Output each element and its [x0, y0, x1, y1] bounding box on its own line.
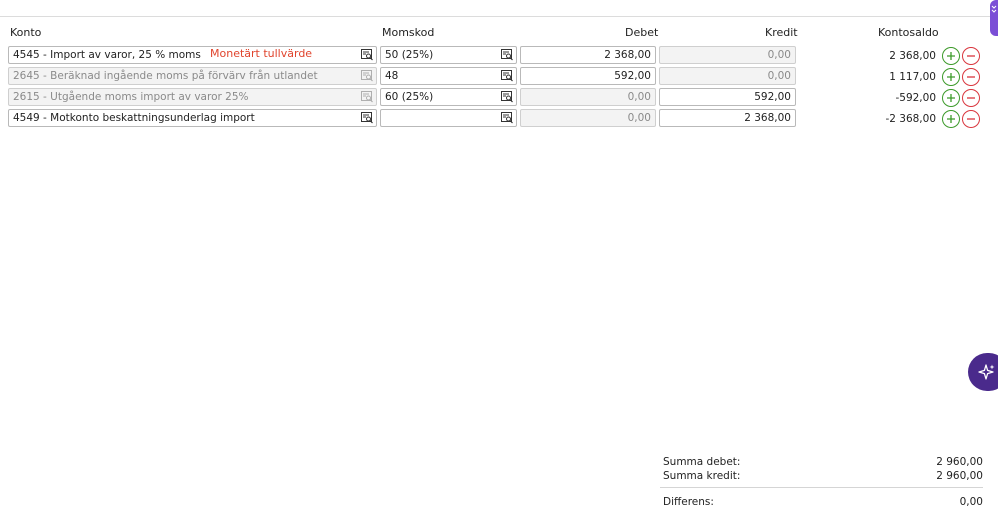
minus-icon [967, 55, 975, 57]
differens-label: Differens: [663, 496, 714, 508]
remove-row-button[interactable] [962, 89, 980, 107]
sparkle-icon [978, 364, 995, 380]
lookup-icon[interactable] [501, 70, 513, 82]
kredit-field[interactable]: 592,00 [659, 88, 796, 106]
debet-field[interactable]: 2 368,00 [520, 46, 656, 64]
add-row-button[interactable] [942, 47, 960, 65]
header-momskod: Momskod [382, 26, 435, 39]
lookup-icon[interactable] [501, 49, 513, 61]
header-kredit: Kredit [765, 26, 798, 39]
debet-field[interactable]: 592,00 [520, 67, 656, 85]
konto-value: 2615 - Utgående moms import av varor 25% [13, 91, 249, 103]
assistant-button[interactable] [968, 353, 998, 391]
plus-icon [947, 52, 955, 60]
top-divider [0, 16, 990, 17]
konto-value: 4545 - Import av varor, 25 % moms [13, 49, 201, 61]
momskod-field[interactable]: 60 (25%) [380, 88, 517, 106]
momskod-value: 48 [385, 70, 399, 82]
plus-icon [947, 115, 955, 123]
side-panel-tab[interactable] [990, 0, 998, 36]
lookup-icon[interactable] [501, 112, 513, 124]
konto-field[interactable]: 4545 - Import av varor, 25 % moms [8, 46, 377, 64]
remove-row-button[interactable] [962, 68, 980, 86]
momskod-field[interactable]: 48 [380, 67, 517, 85]
minus-icon [967, 76, 975, 78]
plus-icon [947, 94, 955, 102]
lookup-icon[interactable] [361, 112, 373, 124]
kontosaldo-value: 2 368,00 [889, 50, 936, 62]
header-debet: Debet [625, 26, 659, 39]
remove-row-button[interactable] [962, 110, 980, 128]
momskod-field[interactable] [380, 109, 517, 127]
konto-field[interactable]: 2645 - Beräknad ingående moms på förvärv… [8, 67, 377, 85]
add-row-button[interactable] [942, 89, 960, 107]
momskod-field[interactable]: 50 (25%) [380, 46, 517, 64]
lookup-icon[interactable] [361, 91, 373, 103]
header-konto: Konto [10, 26, 42, 39]
minus-icon [967, 118, 975, 120]
kredit-field[interactable]: 2 368,00 [659, 109, 796, 127]
kontosaldo-value: -2 368,00 [885, 113, 936, 125]
konto-field[interactable]: 4549 - Motkonto beskattningsunderlag imp… [8, 109, 377, 127]
konto-field[interactable]: 2615 - Utgående moms import av varor 25% [8, 88, 377, 106]
minus-icon [967, 97, 975, 99]
annotation-label: Monetärt tullvärde [210, 47, 313, 60]
konto-value: 4549 - Motkonto beskattningsunderlag imp… [13, 112, 255, 124]
kontosaldo-value: -592,00 [895, 92, 936, 104]
kredit-field[interactable]: 0,00 [659, 46, 796, 64]
konto-value: 2645 - Beräknad ingående moms på förvärv… [13, 70, 318, 82]
debet-field[interactable]: 0,00 [520, 109, 656, 127]
summa-kredit-label: Summa kredit: [663, 470, 741, 482]
kontosaldo-value: 1 117,00 [889, 71, 936, 83]
remove-row-button[interactable] [962, 47, 980, 65]
add-row-button[interactable] [942, 68, 960, 86]
kredit-field[interactable]: 0,00 [659, 67, 796, 85]
summa-debet-label: Summa debet: [663, 456, 741, 468]
summary-divider [660, 487, 983, 488]
lookup-icon[interactable] [501, 91, 513, 103]
differens-value: 0,00 [959, 496, 983, 508]
header-kontosaldo: Kontosaldo [878, 26, 939, 39]
chevron-icon [991, 5, 997, 13]
summa-debet-value: 2 960,00 [936, 456, 983, 468]
momskod-value: 50 (25%) [385, 49, 434, 61]
lookup-icon[interactable] [361, 70, 373, 82]
plus-icon [947, 73, 955, 81]
add-row-button[interactable] [942, 110, 960, 128]
lookup-icon[interactable] [361, 49, 373, 61]
summa-kredit-value: 2 960,00 [936, 470, 983, 482]
debet-field[interactable]: 0,00 [520, 88, 656, 106]
momskod-value: 60 (25%) [385, 91, 434, 103]
